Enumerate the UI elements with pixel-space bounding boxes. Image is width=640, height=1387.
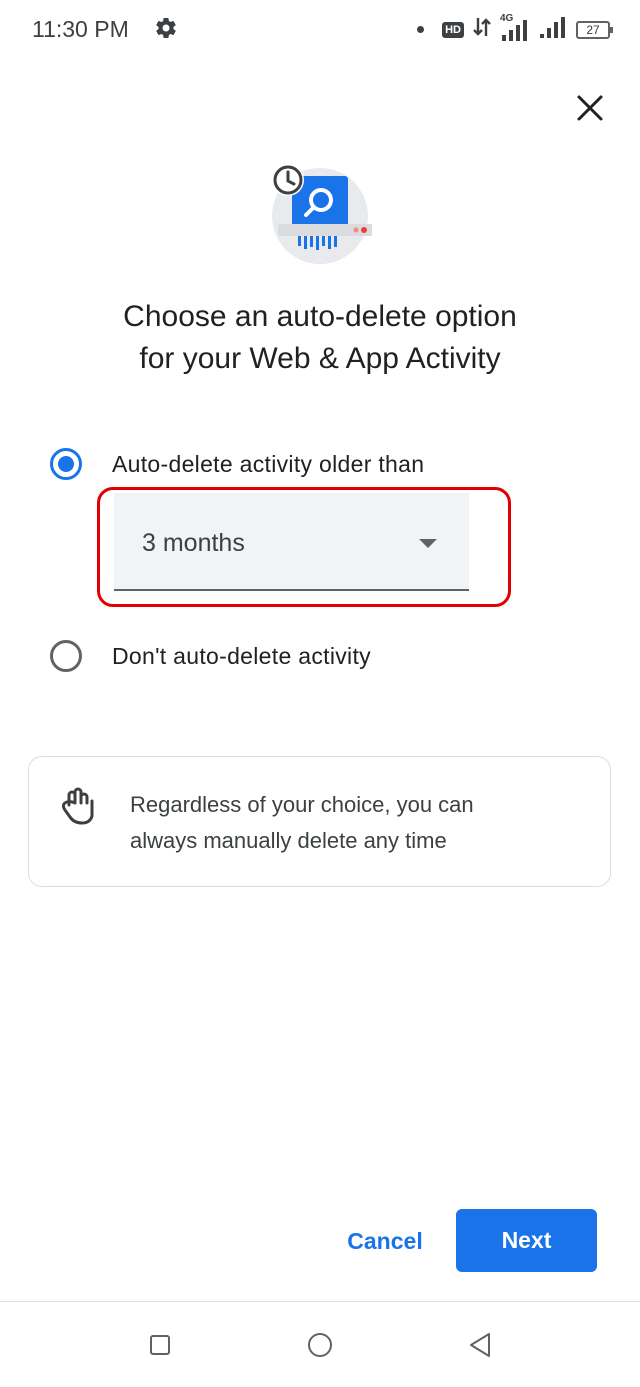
- auto-delete-period-dropdown[interactable]: 3 months: [114, 493, 469, 591]
- recents-icon: [150, 1335, 170, 1355]
- close-icon: [577, 95, 603, 121]
- signal-4g-icon: 4G: [500, 13, 530, 43]
- navigation-bar: [0, 1301, 640, 1387]
- signal-icon: [538, 14, 568, 45]
- dropdown-value: 3 months: [142, 529, 245, 557]
- dialog-title: Choose an auto-delete option for your We…: [60, 296, 580, 380]
- status-icons: HD 4G 27: [417, 13, 613, 45]
- info-line-1: Regardless of your choice, you can: [130, 792, 474, 817]
- option-auto-delete-label: Auto-delete activity older than: [112, 450, 425, 477]
- hand-icon: [59, 787, 99, 836]
- back-button[interactable]: [463, 1328, 497, 1362]
- back-icon: [470, 1333, 490, 1357]
- option-dont-auto-delete-label: Don't auto-delete activity: [112, 642, 371, 669]
- battery-icon: 27: [576, 20, 613, 39]
- data-transfer-icon: [472, 16, 492, 43]
- title-line-1: Choose an auto-delete option: [123, 300, 517, 333]
- title-line-2: for your Web & App Activity: [139, 342, 501, 375]
- close-button[interactable]: [570, 88, 610, 128]
- auto-delete-illustration: [268, 160, 374, 264]
- option-auto-delete[interactable]: Auto-delete activity older than: [50, 448, 424, 480]
- next-button[interactable]: Next: [456, 1209, 597, 1272]
- info-line-2: always manually delete any time: [130, 828, 447, 853]
- option-dont-auto-delete[interactable]: Don't auto-delete activity: [50, 640, 371, 672]
- status-bar: 11:30 PM HD 4G 27: [0, 0, 640, 60]
- home-button[interactable]: [303, 1328, 337, 1362]
- info-text: Regardless of your choice, you can alway…: [130, 787, 570, 859]
- home-icon: [308, 1333, 332, 1357]
- notification-dot: [417, 26, 425, 33]
- dropdown-arrow-icon: [419, 539, 437, 548]
- radio-dont-auto-delete[interactable]: [50, 640, 82, 672]
- radio-auto-delete[interactable]: [50, 448, 82, 480]
- cancel-button[interactable]: Cancel: [330, 1210, 440, 1272]
- recents-button[interactable]: [143, 1328, 177, 1362]
- info-card: Regardless of your choice, you can alway…: [28, 756, 611, 887]
- status-time: 11:30 PM: [32, 16, 129, 42]
- settings-icon: [154, 16, 178, 45]
- hd-badge: HD: [442, 21, 464, 38]
